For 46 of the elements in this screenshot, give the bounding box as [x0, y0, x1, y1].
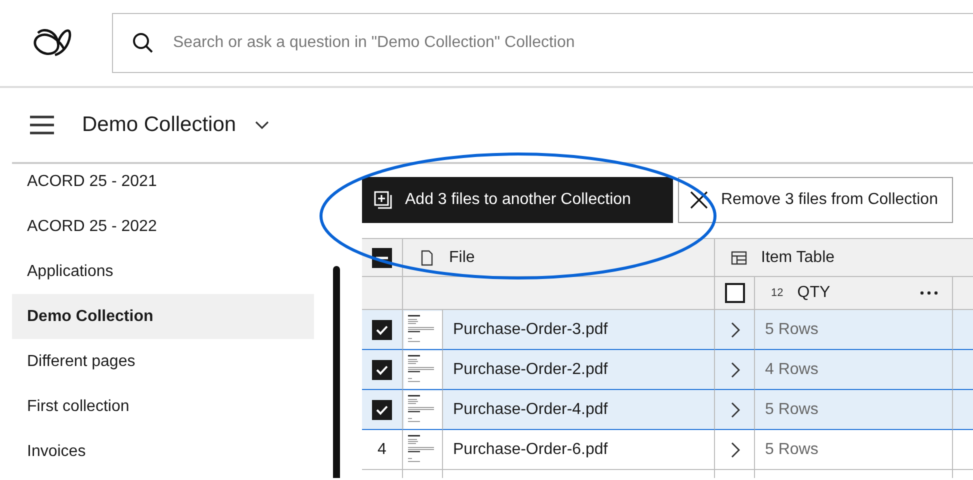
column-header[interactable]: File [403, 239, 715, 277]
sidebar-item[interactable]: ACORD 25 - 2021 [12, 164, 314, 204]
scrollbar-thumb[interactable] [333, 266, 340, 478]
collection-title: Demo Collection [82, 113, 236, 137]
add-copy-icon [373, 190, 393, 210]
file-name[interactable]: Purchase-Order-6.pdf [443, 430, 715, 470]
column-label: QTY [797, 284, 830, 302]
file-name[interactable]: Purchase-Order-2.pdf [443, 350, 715, 390]
more-icon[interactable] [920, 291, 938, 295]
row-count: 5 Rows [755, 430, 953, 470]
file-icon [419, 250, 435, 266]
checkbox[interactable] [724, 283, 744, 303]
check-icon [376, 324, 388, 334]
check-icon [376, 364, 388, 374]
menu-icon[interactable] [30, 115, 54, 135]
column-header[interactable]: Item Table [715, 239, 973, 277]
row-number: 4 [362, 430, 403, 470]
row-count: 4 Rows [755, 350, 953, 390]
sidebar-item[interactable]: Demo Collection [12, 294, 314, 339]
checkbox[interactable] [372, 360, 392, 380]
close-icon [689, 190, 709, 210]
minus-icon [376, 256, 388, 260]
sidebar-item[interactable]: Invoices [12, 429, 314, 474]
sidebar-item[interactable]: Applications [12, 249, 314, 294]
row-count: 5 Rows [755, 310, 953, 350]
sidebar-item[interactable]: First collection [12, 384, 314, 429]
check-icon [376, 404, 388, 414]
number-type-label: 12 [771, 287, 784, 299]
row-count: 5 Rows [755, 390, 953, 430]
sidebar-item[interactable]: Different pages [12, 339, 314, 384]
chevron-down-icon[interactable] [254, 120, 270, 130]
sidebar-item[interactable]: ACORD 25 - 2022 [12, 204, 314, 249]
chevron-right-icon[interactable] [730, 442, 740, 458]
chevron-right-icon[interactable] [730, 322, 740, 338]
remove-from-collection-button[interactable]: Remove 3 files from Collection [678, 177, 953, 223]
search-field[interactable]: Search or ask a question in "Demo Collection" Collection [112, 13, 973, 73]
file-name[interactable]: Purchase-Order-3.pdf [443, 310, 715, 350]
add-to-collection-button[interactable]: Add 3 files to another Collection [362, 177, 673, 223]
search-icon [132, 32, 154, 54]
file-name[interactable]: Purchase-Order-4.pdf [443, 390, 715, 430]
checkbox[interactable] [372, 400, 392, 420]
table-icon [731, 250, 747, 266]
column-header[interactable]: 12 QTY [755, 277, 953, 310]
checkbox[interactable] [372, 320, 392, 340]
chevron-right-icon[interactable] [730, 402, 740, 418]
chevron-right-icon[interactable] [730, 362, 740, 378]
